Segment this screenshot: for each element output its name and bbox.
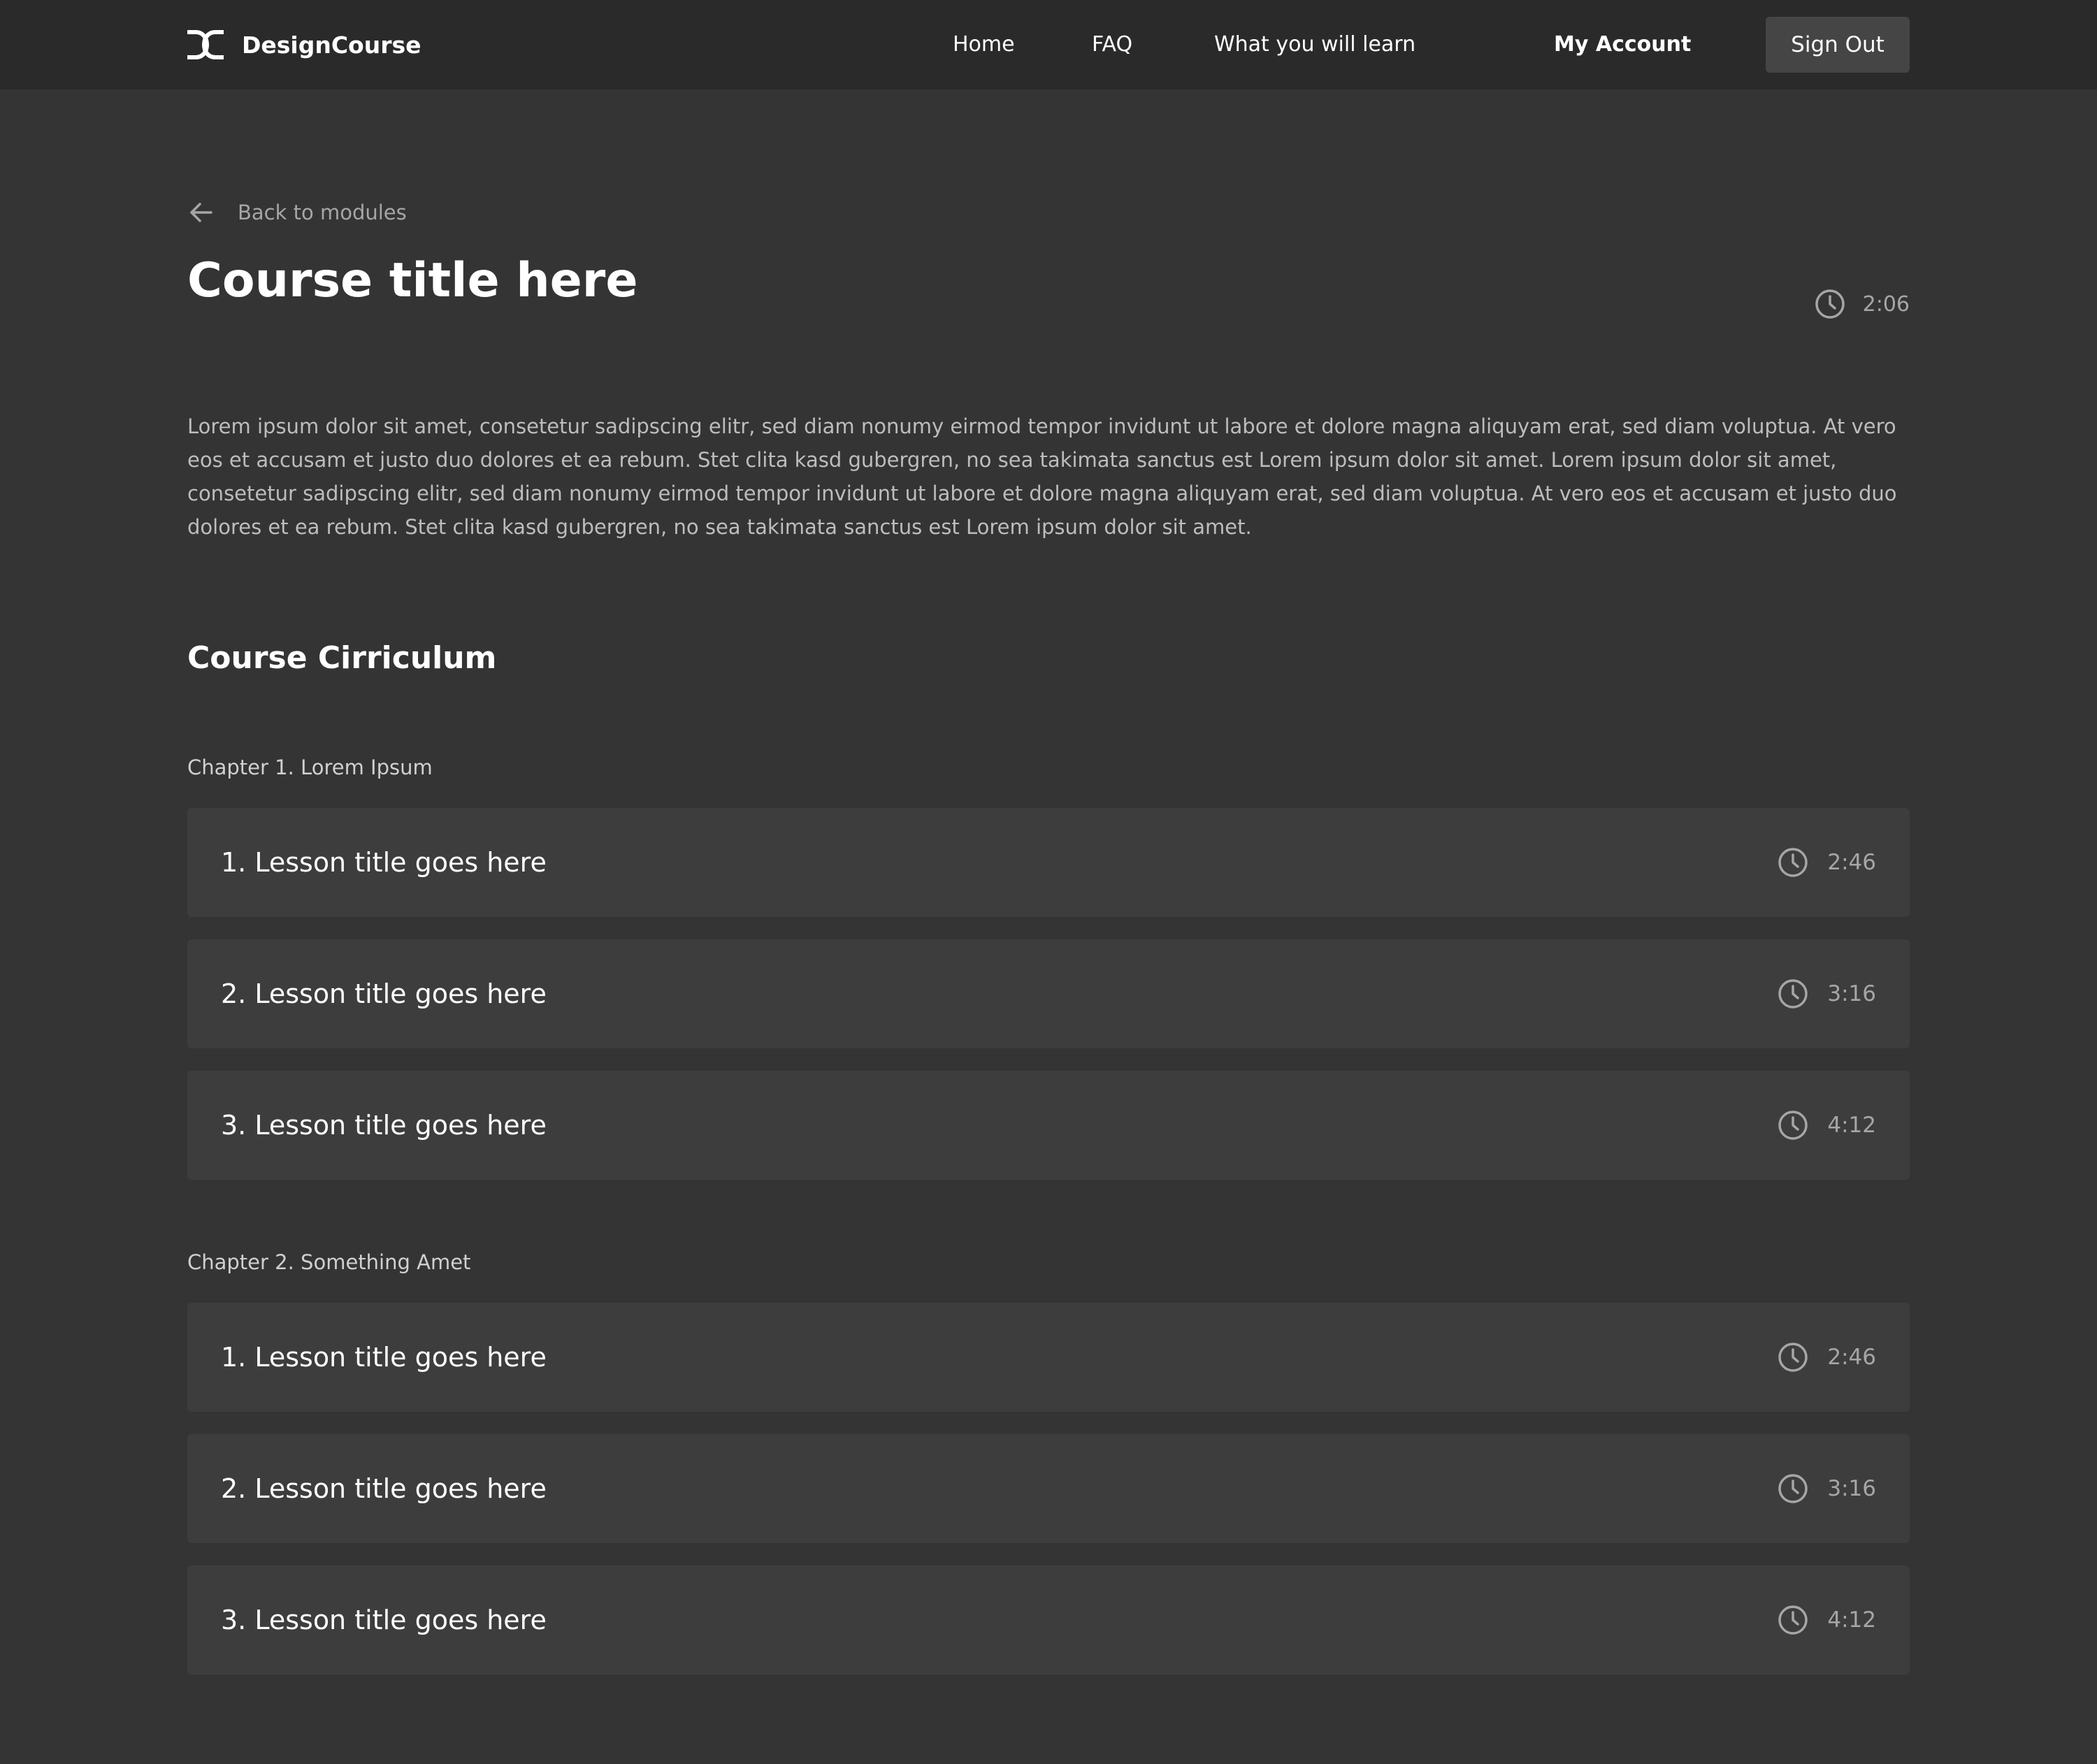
lesson-row[interactable]: 1. Lesson title goes here 2:46 — [187, 1303, 1910, 1412]
course-duration-value: 2:06 — [1862, 291, 1910, 317]
brand[interactable]: DesignCourse — [186, 28, 421, 62]
back-to-modules-link[interactable]: Back to modules — [187, 197, 407, 228]
lesson-title: 3. Lesson title goes here — [221, 1605, 547, 1635]
lesson-row[interactable]: 2. Lesson title goes here 3:16 — [187, 939, 1910, 1048]
lesson-title: 2. Lesson title goes here — [221, 1473, 547, 1504]
lesson-duration: 3:16 — [1777, 939, 1876, 1048]
curriculum-heading: Course Cirriculum — [187, 640, 497, 676]
clock-icon — [1778, 1343, 1808, 1372]
course-title: Course title here — [187, 253, 638, 308]
nav-link-faq[interactable]: FAQ — [1092, 28, 1132, 62]
lesson-duration: 4:12 — [1777, 1566, 1876, 1675]
lesson-duration-value: 4:12 — [1827, 1113, 1876, 1138]
course-duration: 2:06 — [1814, 287, 1910, 321]
lesson-duration-value: 2:46 — [1827, 1345, 1876, 1370]
lesson-row[interactable]: 3. Lesson title goes here 4:12 — [187, 1071, 1910, 1180]
lesson-duration-value: 2:46 — [1827, 850, 1876, 875]
nav-link-home[interactable]: Home — [953, 28, 1015, 62]
lesson-duration: 2:46 — [1777, 808, 1876, 917]
top-navbar: DesignCourse Home FAQ What you will lear… — [0, 0, 2097, 89]
sign-out-button[interactable]: Sign Out — [1766, 17, 1910, 73]
chapter-1-lesson-list: 1. Lesson title goes here 2:46 2. Lesson… — [187, 808, 1910, 1202]
clock-icon — [1815, 289, 1845, 319]
nav-link-what-you-will-learn[interactable]: What you will learn — [1214, 28, 1415, 62]
lesson-duration-value: 4:12 — [1827, 1607, 1876, 1633]
lesson-duration-value: 3:16 — [1827, 981, 1876, 1006]
designcourse-logo-icon — [187, 30, 224, 59]
back-to-modules-label: Back to modules — [238, 201, 407, 224]
lesson-title: 1. Lesson title goes here — [221, 847, 547, 878]
clock-icon — [1778, 979, 1808, 1008]
lesson-title: 3. Lesson title goes here — [221, 1110, 547, 1141]
chapter-1-label: Chapter 1. Lorem Ipsum — [187, 756, 433, 779]
lesson-row[interactable]: 2. Lesson title goes here 3:16 — [187, 1434, 1910, 1543]
lesson-title: 1. Lesson title goes here — [221, 1342, 547, 1373]
clock-icon — [1778, 1474, 1808, 1503]
lesson-row[interactable]: 3. Lesson title goes here 4:12 — [187, 1566, 1910, 1675]
lesson-duration-value: 3:16 — [1827, 1476, 1876, 1501]
chapter-2-label: Chapter 2. Something Amet — [187, 1250, 471, 1274]
clock-icon — [1778, 1111, 1808, 1140]
lesson-title: 2. Lesson title goes here — [221, 978, 547, 1009]
course-description: Lorem ipsum dolor sit amet, consetetur s… — [187, 414, 1897, 539]
lesson-duration: 3:16 — [1777, 1434, 1876, 1543]
clock-icon — [1778, 1605, 1808, 1635]
brand-name: DesignCourse — [242, 31, 421, 59]
lesson-row[interactable]: 1. Lesson title goes here 2:46 — [187, 808, 1910, 917]
arrow-left-icon — [190, 203, 212, 222]
lesson-duration: 4:12 — [1777, 1071, 1876, 1180]
clock-icon — [1778, 848, 1808, 877]
nav-link-my-account[interactable]: My Account — [1554, 28, 1691, 62]
page: DesignCourse Home FAQ What you will lear… — [0, 0, 2097, 1764]
lesson-duration: 2:46 — [1777, 1303, 1876, 1412]
chapter-2-lesson-list: 1. Lesson title goes here 2:46 2. Lesson… — [187, 1303, 1910, 1697]
